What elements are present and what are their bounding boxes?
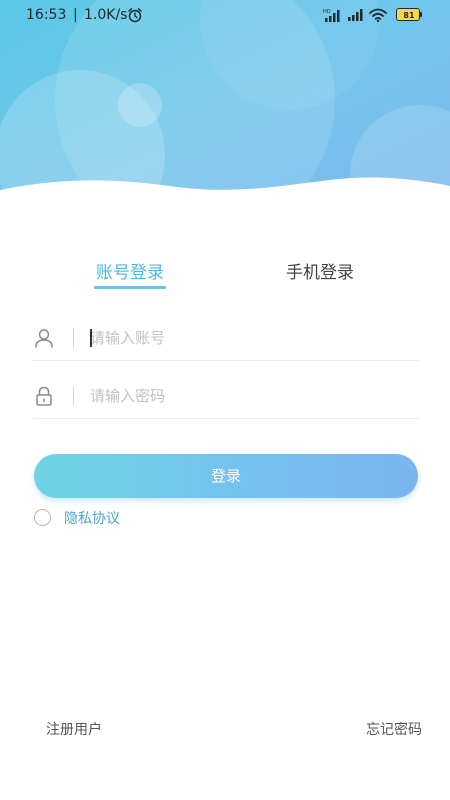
battery-indicator: 81 xyxy=(396,8,423,21)
login-screen: 16:53 | 1.0K/s HD 81 账号登录 手机登录 请输入账号 登录 … xyxy=(0,0,450,800)
privacy-agreement-link[interactable]: 隐私协议 xyxy=(64,508,120,528)
status-time: 16:53 xyxy=(26,7,67,23)
input-divider xyxy=(73,328,74,348)
input-divider xyxy=(73,386,74,406)
privacy-checkbox[interactable] xyxy=(34,509,51,526)
lock-icon xyxy=(36,386,52,406)
battery-body: 81 xyxy=(396,8,420,21)
user-icon xyxy=(35,329,53,348)
status-bar: 16:53 | 1.0K/s HD 81 xyxy=(0,0,450,30)
text-cursor xyxy=(90,329,92,347)
active-tab-indicator xyxy=(94,286,166,289)
tab-account-login[interactable]: 账号登录 xyxy=(80,258,180,288)
status-separator: | xyxy=(73,7,78,23)
svg-text:HD: HD xyxy=(323,9,331,15)
tab-phone-login[interactable]: 手机登录 xyxy=(270,258,370,288)
alarm-clock-icon xyxy=(128,8,142,23)
register-link[interactable]: 注册用户 xyxy=(46,719,102,739)
header-background xyxy=(0,0,450,215)
network-speed: 1.0K/s xyxy=(84,7,128,23)
account-input-row xyxy=(33,316,419,361)
wifi-icon xyxy=(369,8,387,22)
login-button[interactable]: 登录 xyxy=(34,454,418,498)
signal-hd-icon: HD xyxy=(323,9,340,22)
forgot-password-link[interactable]: 忘记密码 xyxy=(366,719,422,739)
battery-level-text: 81 xyxy=(403,11,415,20)
signal-strength-icon xyxy=(348,9,363,21)
password-input[interactable] xyxy=(90,382,410,410)
account-input[interactable] xyxy=(90,324,410,352)
password-input-row xyxy=(33,374,419,419)
battery-tip xyxy=(420,12,422,17)
